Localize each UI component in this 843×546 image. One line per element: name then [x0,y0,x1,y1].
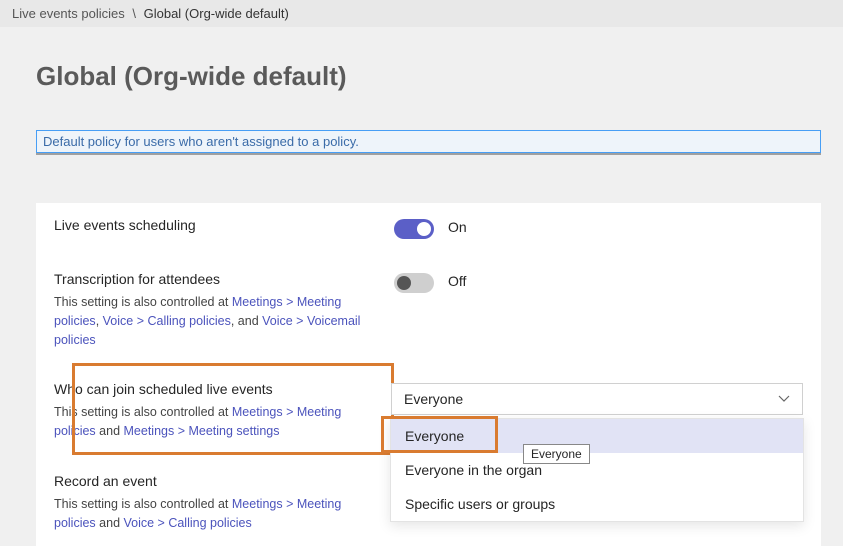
dropdown-selected-value: Everyone [404,391,463,407]
breadcrumb: Live events policies \ Global (Org-wide … [0,0,843,27]
who-join-description: This setting is also controlled at Meeti… [54,403,377,441]
scheduling-toggle-state: On [448,219,467,235]
link-calling-policies-2[interactable]: Voice > Calling policies [124,516,252,530]
transcription-toggle-state: Off [448,273,466,289]
scheduling-toggle[interactable] [394,219,434,239]
link-meeting-settings[interactable]: Meetings > Meeting settings [124,424,280,438]
dropdown-listbox: Everyone Everyone Everyone in the organ … [390,418,804,522]
who-join-label: Who can join scheduled live events [54,381,377,397]
transcription-label: Transcription for attendees [54,271,380,287]
transcription-description: This setting is also controlled at Meeti… [54,293,380,349]
breadcrumb-current: Global (Org-wide default) [144,6,289,21]
record-label: Record an event [54,473,380,489]
who-join-dropdown[interactable]: Everyone [391,383,803,415]
setting-row-who-can-join: Who can join scheduled live events This … [36,363,821,459]
dropdown-option-specific[interactable]: Specific users or groups [391,487,803,521]
dropdown-option-org[interactable]: Everyone in the organ [391,453,803,487]
toggle-knob [417,222,431,236]
link-calling-policies[interactable]: Voice > Calling policies [103,314,231,328]
setting-row-transcription: Transcription for attendees This setting… [36,257,821,363]
dropdown-option-everyone[interactable]: Everyone Everyone [391,419,803,453]
toggle-knob [397,276,411,290]
page-title: Global (Org-wide default) [36,61,807,92]
input-underline [36,153,821,155]
settings-panel: Live events scheduling On Transcription … [36,203,821,546]
tooltip: Everyone [523,444,590,464]
chevron-down-icon [778,395,790,403]
breadcrumb-parent-link[interactable]: Live events policies [12,6,125,21]
policy-description-input[interactable] [36,130,821,153]
scheduling-label: Live events scheduling [54,217,380,233]
setting-row-scheduling: Live events scheduling On [36,203,821,257]
record-description: This setting is also controlled at Meeti… [54,495,380,533]
breadcrumb-separator: \ [132,6,136,21]
transcription-toggle[interactable] [394,273,434,293]
